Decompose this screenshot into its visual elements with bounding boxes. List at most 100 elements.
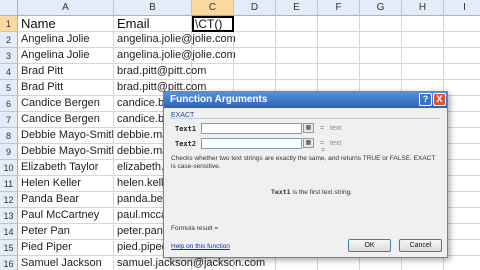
row-header[interactable]: 13 <box>0 208 18 224</box>
cancel-button[interactable]: Cancel <box>399 239 442 252</box>
empty-cell[interactable] <box>360 256 402 270</box>
row-header[interactable]: 5 <box>0 80 18 96</box>
column-header-f[interactable]: F <box>318 0 360 16</box>
cell-a[interactable]: Debbie Mayo-Smith <box>18 144 114 160</box>
empty-cell[interactable] <box>444 240 480 256</box>
cell-b[interactable]: angelina.jolie@jolie.com <box>114 32 236 48</box>
row-header[interactable]: 6 <box>0 96 18 112</box>
cell-a[interactable]: Peter Pan <box>18 224 114 240</box>
row-header[interactable]: 10 <box>0 160 18 176</box>
row-header[interactable]: 12 <box>0 192 18 208</box>
row-header[interactable]: 7 <box>0 112 18 128</box>
cell-a[interactable]: Angelina Jolie <box>18 32 114 48</box>
empty-cell[interactable] <box>444 192 480 208</box>
empty-cell[interactable] <box>444 176 480 192</box>
empty-cell[interactable] <box>444 160 480 176</box>
cell-b[interactable]: angelina.jolie@jolie.com <box>114 48 236 64</box>
empty-cell[interactable] <box>276 256 318 270</box>
empty-cell[interactable] <box>234 64 276 80</box>
cell-a[interactable]: Panda Bear <box>18 192 114 208</box>
select-all-corner[interactable] <box>0 0 18 16</box>
cell-a[interactable]: Helen Keller <box>18 176 114 192</box>
empty-cell[interactable] <box>444 112 480 128</box>
column-header-g[interactable]: G <box>360 0 402 16</box>
cell-c[interactable] <box>192 256 234 270</box>
empty-cell[interactable] <box>318 48 360 64</box>
empty-cell[interactable] <box>444 144 480 160</box>
cell-a[interactable]: Debbie Mayo-Smith <box>18 128 114 144</box>
empty-cell[interactable] <box>360 48 402 64</box>
empty-cell[interactable] <box>234 32 276 48</box>
cell-c[interactable] <box>192 48 234 64</box>
empty-cell[interactable] <box>318 32 360 48</box>
help-icon[interactable]: ? <box>419 93 432 106</box>
row-header[interactable]: 8 <box>0 128 18 144</box>
empty-cell[interactable] <box>276 64 318 80</box>
row-header[interactable]: 9 <box>0 144 18 160</box>
empty-cell[interactable] <box>402 64 444 80</box>
empty-cell[interactable] <box>318 16 360 32</box>
ok-button[interactable]: OK <box>348 239 391 252</box>
cell-a[interactable]: Pied Piper <box>18 240 114 256</box>
column-header-c[interactable]: C <box>192 0 234 16</box>
empty-cell[interactable] <box>402 48 444 64</box>
empty-cell[interactable] <box>360 64 402 80</box>
collapse-dialog-icon[interactable]: ▦ <box>303 123 314 133</box>
cell-a[interactable]: Samuel Jackson <box>18 256 114 270</box>
row-header[interactable]: 1 <box>0 16 18 32</box>
row-header[interactable]: 15 <box>0 240 18 256</box>
empty-cell[interactable] <box>444 224 480 240</box>
empty-cell[interactable] <box>444 208 480 224</box>
column-header-h[interactable]: H <box>402 0 444 16</box>
cell-a[interactable]: Angelina Jolie <box>18 48 114 64</box>
close-icon[interactable]: X <box>433 93 446 106</box>
cell-b[interactable]: samuel.jackson@jackson.com <box>114 256 265 270</box>
text1-input[interactable] <box>201 123 302 134</box>
row-header[interactable]: 3 <box>0 48 18 64</box>
empty-cell[interactable] <box>360 16 402 32</box>
empty-cell[interactable] <box>444 80 480 96</box>
empty-cell[interactable] <box>402 16 444 32</box>
column-header-b[interactable]: B <box>114 0 192 16</box>
empty-cell[interactable] <box>234 16 276 32</box>
empty-cell[interactable] <box>360 32 402 48</box>
empty-cell[interactable] <box>402 32 444 48</box>
empty-cell[interactable] <box>276 48 318 64</box>
cell-a[interactable]: Brad Pitt <box>18 64 114 80</box>
cell-a[interactable]: Candice Bergen <box>18 96 114 112</box>
text2-input[interactable] <box>201 138 302 149</box>
empty-cell[interactable] <box>318 64 360 80</box>
cell-a[interactable]: Elizabeth Taylor <box>18 160 114 176</box>
empty-cell[interactable] <box>444 64 480 80</box>
row-header[interactable]: 2 <box>0 32 18 48</box>
empty-cell[interactable] <box>318 256 360 270</box>
empty-cell[interactable] <box>234 256 276 270</box>
empty-cell[interactable] <box>276 16 318 32</box>
cell-a[interactable]: Candice Bergen <box>18 112 114 128</box>
cell-a[interactable]: Name <box>18 16 114 32</box>
cell-c[interactable] <box>192 32 234 48</box>
row-header[interactable]: 4 <box>0 64 18 80</box>
help-link[interactable]: Help on this function <box>171 243 230 250</box>
empty-cell[interactable] <box>444 32 480 48</box>
row-header[interactable]: 11 <box>0 176 18 192</box>
empty-cell[interactable] <box>444 96 480 112</box>
column-header-a[interactable]: A <box>18 0 114 16</box>
column-header-i[interactable]: I <box>444 0 480 16</box>
cell-b[interactable]: brad.pitt@pitt.com <box>114 64 206 80</box>
cell-c[interactable] <box>192 64 234 80</box>
column-header-d[interactable]: D <box>234 0 276 16</box>
empty-cell[interactable] <box>234 48 276 64</box>
active-cell[interactable]: \CT() <box>192 16 234 32</box>
empty-cell[interactable] <box>444 48 480 64</box>
column-header-e[interactable]: E <box>276 0 318 16</box>
cell-a[interactable]: Paul McCartney <box>18 208 114 224</box>
empty-cell[interactable] <box>444 128 480 144</box>
empty-cell[interactable] <box>402 256 444 270</box>
empty-cell[interactable] <box>276 32 318 48</box>
empty-cell[interactable] <box>444 256 480 270</box>
dialog-title-bar[interactable]: Function Arguments ? X <box>164 92 447 108</box>
row-header[interactable]: 16 <box>0 256 18 270</box>
empty-cell[interactable] <box>444 16 480 32</box>
row-header[interactable]: 14 <box>0 224 18 240</box>
